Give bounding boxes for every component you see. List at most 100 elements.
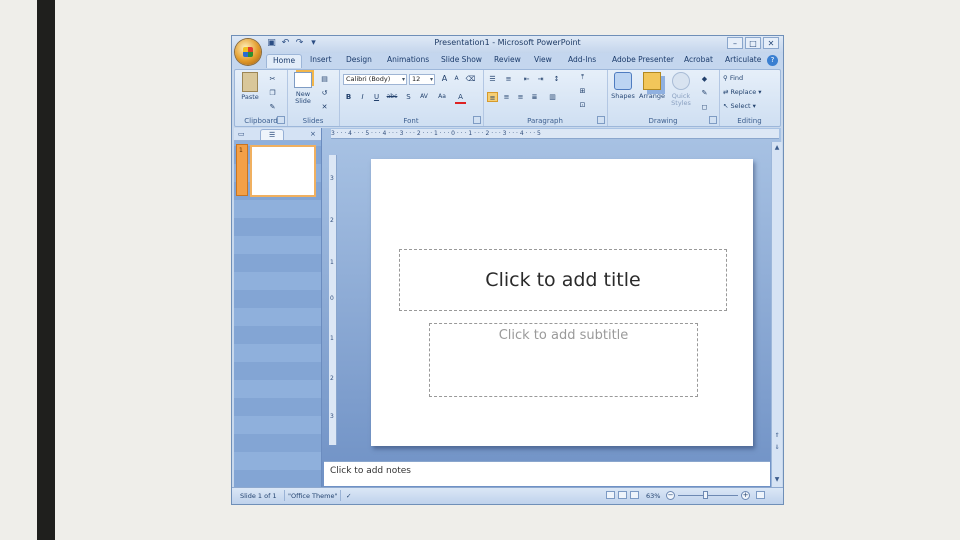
cut-icon[interactable]: ✂ <box>267 74 278 84</box>
grow-font-button[interactable]: A <box>439 74 450 84</box>
align-right-icon[interactable]: ≡ <box>515 92 526 102</box>
text-direction-icon[interactable]: ⤒ <box>577 72 588 82</box>
title-placeholder[interactable]: Click to add title <box>399 249 727 311</box>
shape-effects-icon[interactable]: ◻ <box>699 102 710 112</box>
italic-button[interactable]: I <box>357 92 368 102</box>
align-left-icon[interactable]: ≡ <box>487 92 498 102</box>
restore-button[interactable]: □ <box>745 37 761 49</box>
font-launcher[interactable] <box>473 116 481 124</box>
close-button[interactable]: ✕ <box>763 37 779 49</box>
tab-view[interactable]: View <box>534 55 552 64</box>
spell-check-icon[interactable]: ✓ <box>346 492 351 500</box>
workspace: ▭ ☰ × 1 3 · · · 4 · · · 5 · · · 4 · · · … <box>234 128 782 488</box>
font-color-button[interactable]: A <box>455 92 466 104</box>
tab-acrobat[interactable]: Acrobat <box>684 55 713 64</box>
slide-thumb-number: 1 <box>239 147 243 154</box>
align-text-icon[interactable]: ⊞ <box>577 86 588 96</box>
slide-sorter-view-button[interactable] <box>618 491 627 499</box>
subtitle-placeholder[interactable]: Click to add subtitle <box>429 323 698 397</box>
increase-indent-icon[interactable]: ⇥ <box>535 74 546 84</box>
justify-icon[interactable]: ≣ <box>529 92 540 102</box>
clipboard-launcher[interactable] <box>277 116 285 124</box>
powerpoint-window: ▣ ↶ ↷ ▾ Presentation1 - Microsoft PowerP… <box>231 35 784 505</box>
help-icon[interactable]: ? <box>767 55 778 66</box>
delete-slide-icon[interactable]: ✕ <box>319 102 330 112</box>
minimize-button[interactable]: – <box>727 37 743 49</box>
paste-button[interactable]: Paste <box>239 72 261 101</box>
zoom-in-button[interactable]: + <box>741 491 750 500</box>
font-size-select[interactable]: 12 <box>409 74 435 85</box>
outline-tab-icon[interactable]: ☰ <box>260 129 285 140</box>
zoom-level[interactable]: 63% <box>646 492 660 500</box>
zoom-out-button[interactable]: − <box>666 491 675 500</box>
font-family-select[interactable]: Calibri (Body) <box>343 74 407 85</box>
shrink-font-button[interactable]: A <box>451 74 462 84</box>
tab-adobe-presenter[interactable]: Adobe Presenter <box>612 55 674 64</box>
vertical-scrollbar[interactable]: ▲ ⇑ ⇓ ▼ <box>771 142 782 488</box>
paragraph-launcher[interactable] <box>597 116 605 124</box>
vertical-ruler-tick: 0 <box>330 295 334 302</box>
zoom-slider-track[interactable] <box>678 495 738 496</box>
quick-styles-label-2: Styles <box>671 99 691 107</box>
numbering-icon[interactable]: ≡ <box>503 74 514 84</box>
align-center-icon[interactable]: ≡ <box>501 92 512 102</box>
shadow-button[interactable]: S <box>403 92 414 102</box>
new-slide-button[interactable]: New Slide <box>291 72 315 105</box>
decrease-indent-icon[interactable]: ⇤ <box>521 74 532 84</box>
normal-view-button[interactable] <box>606 491 615 499</box>
format-painter-icon[interactable]: ✎ <box>267 102 278 112</box>
replace-icon: ⇄ <box>723 88 731 96</box>
slideshow-view-button[interactable] <box>630 491 639 499</box>
slide-canvas[interactable]: Click to add title Click to add subtitle <box>371 159 753 446</box>
editing-group-label: Editing <box>737 117 762 125</box>
bullets-icon[interactable]: ☰ <box>487 74 498 84</box>
quick-styles-icon <box>672 72 690 90</box>
find-button[interactable]: ⚲ Find <box>723 74 743 82</box>
change-case-button[interactable]: Aa <box>435 92 449 102</box>
replace-button[interactable]: ⇄ Replace ▾ <box>723 88 762 96</box>
horizontal-ruler: 3 · · · 4 · · · 5 · · · 4 · · · 3 · · · … <box>331 129 779 139</box>
previous-slide-icon[interactable]: ⇑ <box>773 432 781 439</box>
shape-outline-icon[interactable]: ✎ <box>699 88 710 98</box>
vertical-ruler-tick: 3 <box>330 413 334 420</box>
tab-insert[interactable]: Insert <box>310 55 332 64</box>
new-slide-label-2: Slide <box>295 97 311 105</box>
slide-thumbnail[interactable] <box>250 145 316 197</box>
tab-design[interactable]: Design <box>346 55 372 64</box>
zoom-slider-thumb[interactable] <box>703 491 708 499</box>
font-group-label: Font <box>403 117 419 125</box>
scroll-down-icon[interactable]: ▼ <box>773 476 781 483</box>
notes-pane[interactable]: Click to add notes <box>324 461 770 486</box>
underline-button[interactable]: U <box>371 92 382 102</box>
columns-icon[interactable]: ▥ <box>547 92 558 102</box>
layout-icon[interactable]: ▤ <box>319 74 330 84</box>
scroll-up-icon[interactable]: ▲ <box>773 144 781 151</box>
shape-fill-icon[interactable]: ◆ <box>699 74 710 84</box>
next-slide-icon[interactable]: ⇓ <box>773 444 781 451</box>
reset-icon[interactable]: ↺ <box>319 88 330 98</box>
shapes-button[interactable]: Shapes <box>609 72 637 100</box>
select-button[interactable]: ↖ Select ▾ <box>723 102 756 110</box>
character-spacing-button[interactable]: AV <box>417 92 431 102</box>
bold-button[interactable]: B <box>343 92 354 102</box>
line-spacing-icon[interactable]: ↕ <box>551 74 562 84</box>
smartart-icon[interactable]: ⊡ <box>577 100 588 110</box>
slides-tab-icon[interactable]: ▭ <box>238 129 245 139</box>
close-pane-icon[interactable]: × <box>310 129 316 139</box>
quick-styles-button[interactable]: Quick Styles <box>667 72 695 107</box>
copy-icon[interactable]: ❐ <box>267 88 278 98</box>
clear-formatting-button[interactable]: ⌫ <box>465 74 476 84</box>
office-button[interactable] <box>235 39 261 65</box>
tab-slide-show[interactable]: Slide Show <box>441 55 482 64</box>
strikethrough-button[interactable]: abc <box>385 92 399 102</box>
drawing-launcher[interactable] <box>709 116 717 124</box>
tab-articulate[interactable]: Articulate <box>725 55 761 64</box>
tab-add-ins[interactable]: Add-Ins <box>568 55 596 64</box>
cursor-icon: ↖ <box>723 102 731 110</box>
tab-review[interactable]: Review <box>494 55 521 64</box>
fit-to-window-button[interactable] <box>756 491 765 499</box>
arrange-button[interactable]: Arrange <box>637 72 667 100</box>
tab-animations[interactable]: Animations <box>387 55 429 64</box>
tab-home[interactable]: Home <box>266 54 303 68</box>
title-bar: ▣ ↶ ↷ ▾ Presentation1 - Microsoft PowerP… <box>232 36 783 53</box>
